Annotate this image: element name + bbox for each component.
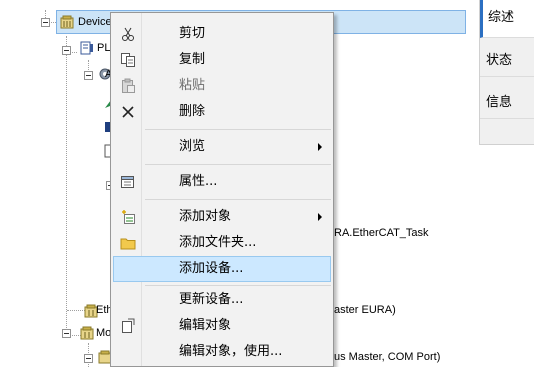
menu-separator [145, 285, 331, 286]
tree-item-ethercat-task-label[interactable]: RA.EtherCAT_Task [334, 226, 429, 240]
properties-icon [121, 176, 134, 188]
tree-guide-line [67, 310, 85, 311]
menu-item-label: 删除 [179, 104, 206, 119]
menu-item-add-folder[interactable]: 添加文件夹... [113, 230, 331, 256]
tree-collapse-toggle[interactable] [62, 329, 71, 338]
copy-icon [121, 53, 135, 67]
menu-item-label: 更新设备... [179, 292, 244, 307]
menu-item-update-device[interactable]: 更新设备... [113, 287, 331, 313]
add-object-icon [122, 210, 135, 224]
menu-separator [145, 164, 331, 165]
menu-item-copy[interactable]: 复制 [113, 47, 331, 73]
context-menu: 剪切 复制 粘贴 删除 浏览 属性... 添加对象 添加文件夹... 添加设备.… [110, 12, 334, 367]
menu-item-delete[interactable]: 删除 [113, 99, 331, 125]
menu-item-add-device[interactable]: 添加设备... [113, 256, 331, 282]
folder-icon [120, 238, 136, 250]
menu-item-label: 粘贴 [179, 78, 206, 93]
tree-guide-line [66, 36, 67, 336]
scissors-icon [122, 27, 134, 41]
tree-guide-line [45, 10, 46, 18]
tree-collapse-toggle[interactable] [84, 354, 93, 363]
menu-item-paste: 粘贴 [113, 73, 331, 99]
menu-item-label: 属性... [179, 174, 218, 189]
menu-item-add-object[interactable]: 添加对象 [113, 204, 331, 230]
vertical-tab-strip: 综述 状态 信息 [479, 0, 534, 145]
menu-item-edit-object[interactable]: 编辑对象 [113, 313, 331, 339]
tree-item-modbus-master-suffix: us Master, COM Port) [334, 351, 441, 363]
menu-item-label: 编辑对象，使用... [179, 344, 283, 359]
tab-overview[interactable]: 综述 [480, 0, 534, 38]
menu-separator [145, 199, 331, 200]
edit-object-icon [122, 318, 135, 333]
menu-item-properties[interactable]: 属性... [113, 169, 331, 195]
submenu-arrow-icon [318, 143, 322, 151]
menu-item-label: 编辑对象 [179, 318, 232, 333]
menu-item-label: 剪切 [179, 26, 206, 41]
paste-icon [122, 78, 135, 93]
tab-information[interactable]: 信息 [480, 86, 534, 119]
tree-collapse-toggle[interactable] [41, 18, 50, 27]
menu-separator [145, 129, 331, 130]
tab-status[interactable]: 状态 [480, 44, 534, 77]
menu-item-edit-object-with[interactable]: 编辑对象，使用... [113, 339, 331, 365]
device-icon [60, 15, 74, 29]
menu-item-label: 添加文件夹... [179, 235, 257, 250]
submenu-arrow-icon [318, 213, 322, 221]
menu-item-label: 复制 [179, 52, 206, 67]
tree-collapse-toggle[interactable] [62, 46, 71, 55]
tree-item-ethercat-suffix: aster EURA) [334, 304, 396, 316]
tree-collapse-toggle[interactable] [84, 71, 93, 80]
menu-item-label: 添加对象 [179, 209, 232, 224]
menu-item-label: 添加设备... [179, 261, 244, 276]
menu-item-label: 浏览 [179, 139, 206, 154]
plc-icon [80, 41, 93, 55]
menu-item-cut[interactable]: 剪切 [113, 21, 331, 47]
device-icon [80, 326, 94, 340]
menu-item-browse[interactable]: 浏览 [113, 134, 331, 160]
delete-x-icon [122, 106, 134, 118]
